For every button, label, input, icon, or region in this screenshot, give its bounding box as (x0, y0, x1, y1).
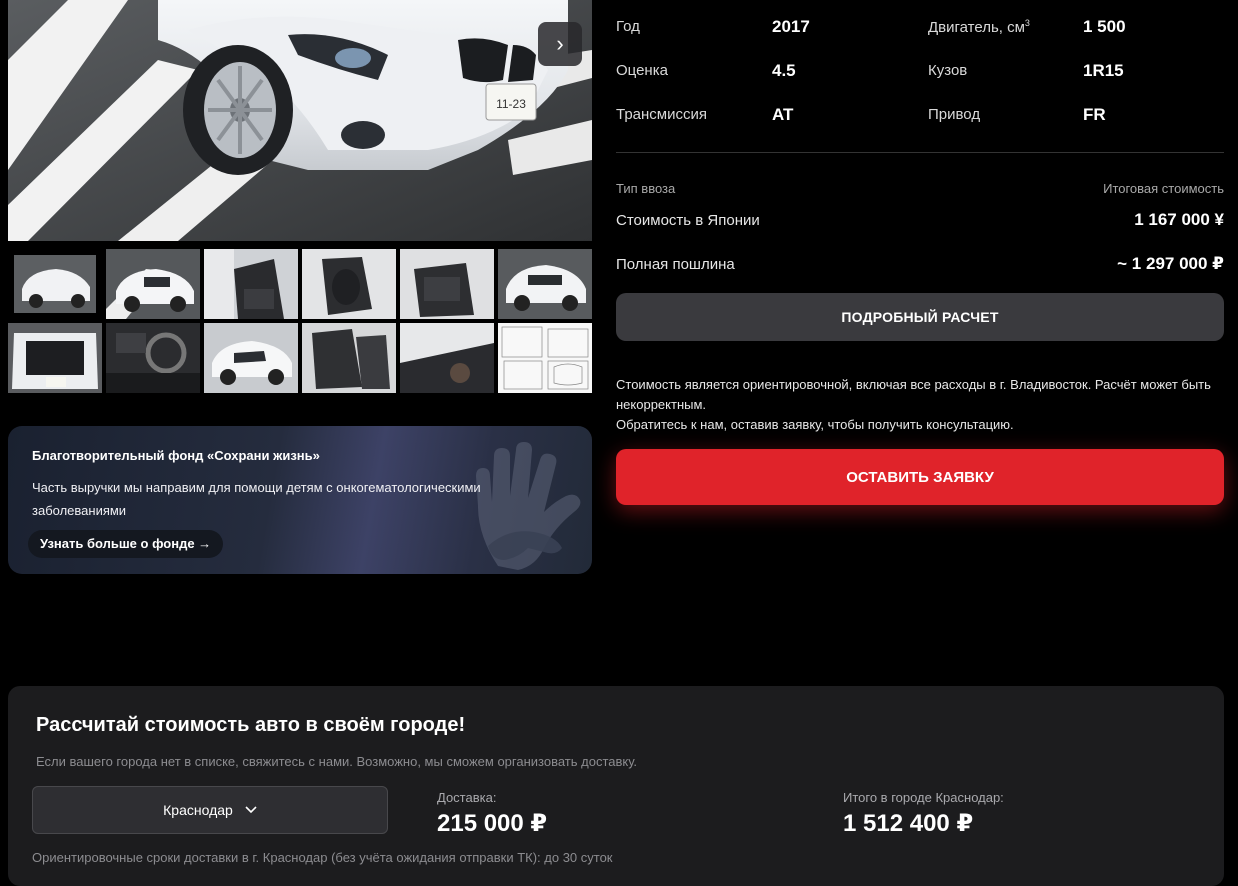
delivery-value: 215 000 ₽ (437, 810, 548, 837)
thumbnail-gallery (8, 249, 592, 393)
spec-drive-value: FR (1083, 105, 1106, 124)
charity-learn-more-link[interactable]: Узнать больше о фонде → (28, 530, 224, 558)
import-type-label: Тип ввоза (616, 181, 676, 196)
duty-label: Полная пошлина (616, 256, 735, 273)
city-total-value: 1 512 400 ₽ (843, 810, 974, 837)
spec-body-value: 1R15 (1083, 61, 1124, 80)
car-photo-image: 11-23 (8, 0, 592, 241)
thumbnail-2[interactable] (106, 249, 200, 319)
spec-transmission-label: Трансмиссия (616, 106, 707, 123)
thumbnail-3[interactable] (204, 249, 298, 319)
spec-body-label: Кузов (928, 62, 968, 79)
specs-divider (616, 152, 1224, 153)
thumbnail-7[interactable] (8, 323, 102, 393)
total-cost-label: Итоговая стоимость (1103, 181, 1224, 196)
disclaimer-line-1: Стоимость является ориентировочной, вклю… (616, 377, 1211, 412)
chevron-down-icon (245, 806, 257, 814)
city-select-value: Краснодар (163, 802, 233, 818)
disclaimer-line-2: Обратитесь к нам, оставив заявку, чтобы … (616, 417, 1014, 432)
charity-title: Благотворительный фонд «Сохрани жизнь» (32, 448, 320, 463)
gallery-next-button[interactable]: › (538, 22, 582, 66)
duty-value: ~ 1 297 000 ₽ (1117, 254, 1224, 273)
thumbnail-6[interactable] (498, 249, 592, 319)
delivery-time-note: Ориентировочные сроки доставки в г. Крас… (32, 850, 613, 865)
city-cost-calculator: Рассчитай стоимость авто в своём городе!… (8, 686, 1224, 886)
spec-drive-label: Привод (928, 106, 981, 123)
svg-text:11-23: 11-23 (496, 97, 526, 111)
thumbnail-8[interactable] (106, 323, 200, 393)
thumbnail-10[interactable] (302, 323, 396, 393)
city-total-label: Итого в городе Краснодар: (843, 790, 1004, 805)
spec-year-label: Год (616, 18, 640, 35)
calculator-subtitle: Если вашего города нет в списке, свяжите… (36, 754, 638, 769)
spec-grade-label: Оценка (616, 62, 668, 79)
delivery-label: Доставка: (437, 790, 497, 805)
calculator-heading: Рассчитай стоимость авто в своём городе! (36, 714, 466, 736)
thumbnail-11[interactable] (400, 323, 494, 393)
submit-request-button[interactable]: ОСТАВИТЬ ЗАЯВКУ (616, 449, 1224, 505)
price-disclaimer: Стоимость является ориентировочной, вклю… (616, 375, 1224, 435)
japan-cost-label: Стоимость в Японии (616, 212, 760, 229)
japan-cost-value: 1 167 000 ¥ (1134, 210, 1224, 229)
charity-description: Часть выручки мы направим для помощи дет… (32, 480, 481, 518)
charity-card: Благотворительный фонд «Сохрани жизнь» Ч… (8, 426, 592, 574)
spec-engine-label: Двигатель, см3 (928, 18, 1030, 36)
spec-year-value: 2017 (772, 17, 810, 36)
detailed-calculation-button[interactable]: ПОДРОБНЫЙ РАСЧЕТ (616, 293, 1224, 341)
thumbnail-5[interactable] (400, 249, 494, 319)
thumbnail-12-inspection-sheet[interactable] (498, 323, 592, 393)
spec-engine-value: 1 500 (1083, 17, 1126, 36)
chevron-right-icon: › (556, 31, 564, 56)
thumbnail-4[interactable] (302, 249, 396, 319)
thumbnail-9[interactable] (204, 323, 298, 393)
thumbnail-1[interactable] (8, 249, 102, 319)
city-select[interactable]: Краснодар (32, 786, 388, 834)
spec-grade-value: 4.5 (772, 61, 796, 80)
main-car-photo[interactable]: 11-23 › (8, 0, 592, 241)
spec-transmission-value: AT (772, 105, 794, 124)
